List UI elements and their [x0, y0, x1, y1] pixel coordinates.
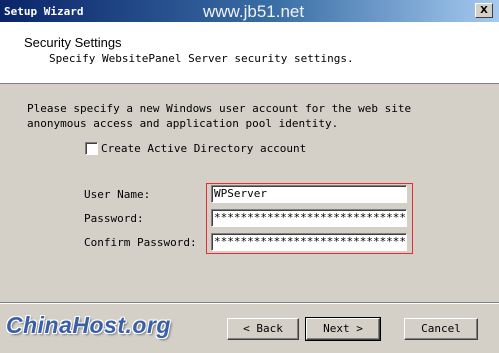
title-bar[interactable]: Setup Wizard www.jb51.net X [0, 0, 499, 22]
window-title: Setup Wizard [4, 5, 84, 18]
next-button[interactable]: Next > [305, 317, 381, 341]
page-subtitle: Specify WebsitePanel Server security set… [49, 52, 354, 65]
confirm-password-field[interactable]: ******************************** [211, 233, 407, 251]
back-button[interactable]: < Back [227, 318, 299, 340]
password-label: Password: [84, 212, 144, 225]
chinahost-logo: ChinaHost.org [6, 312, 171, 338]
confirm-password-label: Confirm Password: [84, 236, 197, 249]
watermark-text: www.jb51.net [203, 2, 305, 21]
wizard-header: Security Settings Specify WebsitePanel S… [0, 22, 499, 84]
close-button[interactable]: X [475, 3, 493, 18]
create-ad-account-label: Create Active Directory account [101, 142, 307, 155]
user-name-label: User Name: [84, 188, 151, 201]
password-field[interactable]: ******************************** [211, 209, 407, 227]
cancel-button[interactable]: Cancel [404, 318, 478, 340]
footer-divider [0, 302, 499, 304]
create-ad-account-checkbox[interactable] [85, 142, 98, 155]
page-title: Security Settings [24, 35, 122, 50]
description-text: Please specify a new Windows user accoun… [27, 102, 412, 130]
close-icon: X [480, 5, 488, 16]
user-name-field[interactable]: WPServer [211, 185, 407, 203]
